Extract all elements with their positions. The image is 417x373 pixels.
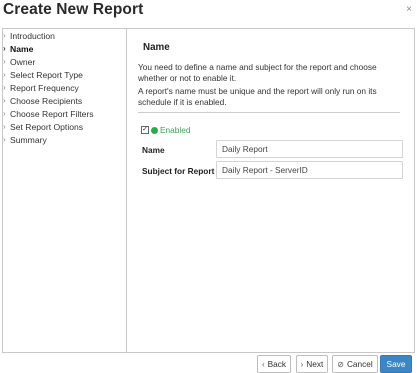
sidebar-item-label: Owner bbox=[10, 57, 36, 68]
steps-list: › Introduction › Name › Owner › Select Report T… bbox=[3, 29, 126, 146]
chevron-right-icon: › bbox=[3, 70, 6, 80]
cancel-button[interactable]: ⊘ Cancel bbox=[332, 355, 378, 373]
sidebar-item-report-frequency[interactable]: › Report Frequency bbox=[3, 82, 126, 95]
wizard-steps-sidebar: › Introduction › Name › Owner › Select Report T… bbox=[3, 29, 127, 352]
sidebar-item-label: Set Report Options bbox=[10, 121, 84, 132]
chevron-right-icon: › bbox=[3, 121, 6, 131]
save-label: Save bbox=[386, 359, 406, 369]
enabled-toggle[interactable]: ✓ Enabled bbox=[141, 124, 190, 136]
back-label: Back bbox=[267, 359, 287, 369]
sidebar-item-label: Select Report Type bbox=[10, 70, 83, 81]
chevron-right-icon: › bbox=[3, 83, 6, 92]
chevron-left-icon: ‹ bbox=[261, 359, 265, 369]
sidebar-item-owner[interactable]: › Owner bbox=[3, 56, 126, 69]
chevron-right-icon: › bbox=[3, 108, 6, 118]
sidebar-item-set-report-options[interactable]: › Set Report Options bbox=[3, 120, 126, 133]
sidebar-item-choose-recipients[interactable]: › Choose Recipients bbox=[3, 94, 126, 107]
next-button[interactable]: › Next bbox=[296, 355, 328, 373]
dialog-title: Create New Report bbox=[3, 1, 144, 18]
cancel-label: Cancel bbox=[346, 359, 373, 369]
description-text: You need to define a name and subject fo… bbox=[138, 62, 377, 83]
close-icon[interactable]: × bbox=[406, 4, 412, 15]
enabled-status-icon bbox=[151, 126, 158, 134]
chevron-right-icon: › bbox=[3, 44, 6, 54]
section-title: Name bbox=[143, 42, 170, 53]
sidebar-item-name[interactable]: › Name bbox=[3, 43, 126, 56]
uniqueness-note: A report's name must be unique and the r… bbox=[138, 86, 377, 107]
sidebar-item-label: Introduction bbox=[10, 31, 55, 42]
name-label: Name bbox=[142, 145, 165, 155]
next-label: Next bbox=[306, 359, 324, 369]
divider bbox=[138, 112, 400, 113]
sidebar-item-select-report-type[interactable]: › Select Report Type bbox=[3, 69, 126, 82]
chevron-right-icon: › bbox=[3, 134, 6, 144]
wizard-frame: › Introduction › Name › Owner › Select Report T… bbox=[2, 28, 415, 353]
dialog-titlebar: Create New Report × bbox=[0, 0, 417, 24]
sidebar-item-label: Name bbox=[10, 44, 34, 55]
chevron-right-icon: › bbox=[3, 95, 6, 105]
chevron-right-icon: › bbox=[3, 57, 6, 67]
report-subject-input[interactable] bbox=[216, 161, 403, 179]
chevron-right-icon: › bbox=[3, 31, 6, 41]
sidebar-item-summary[interactable]: › Summary bbox=[3, 133, 126, 146]
back-button[interactable]: ‹ Back bbox=[257, 355, 291, 373]
report-name-input[interactable] bbox=[216, 140, 403, 158]
step-content: Name You need to define a name and subje… bbox=[128, 29, 414, 352]
sidebar-item-label: Report Frequency bbox=[10, 83, 79, 93]
sidebar-item-introduction[interactable]: › Introduction bbox=[3, 30, 126, 43]
enabled-label: Enabled bbox=[160, 125, 191, 135]
sidebar-item-label: Choose Report Filters bbox=[10, 108, 94, 119]
sidebar-item-label: Summary bbox=[10, 134, 47, 145]
enabled-checkbox[interactable]: ✓ bbox=[141, 126, 149, 134]
save-button[interactable]: Save bbox=[380, 355, 412, 373]
chevron-right-icon: › bbox=[300, 359, 304, 369]
subject-label: Subject for Report bbox=[142, 166, 215, 176]
sidebar-item-choose-report-filters[interactable]: › Choose Report Filters bbox=[3, 107, 126, 120]
sidebar-item-label: Choose Recipients bbox=[10, 95, 83, 106]
cancel-icon: ⊘ bbox=[337, 359, 344, 369]
